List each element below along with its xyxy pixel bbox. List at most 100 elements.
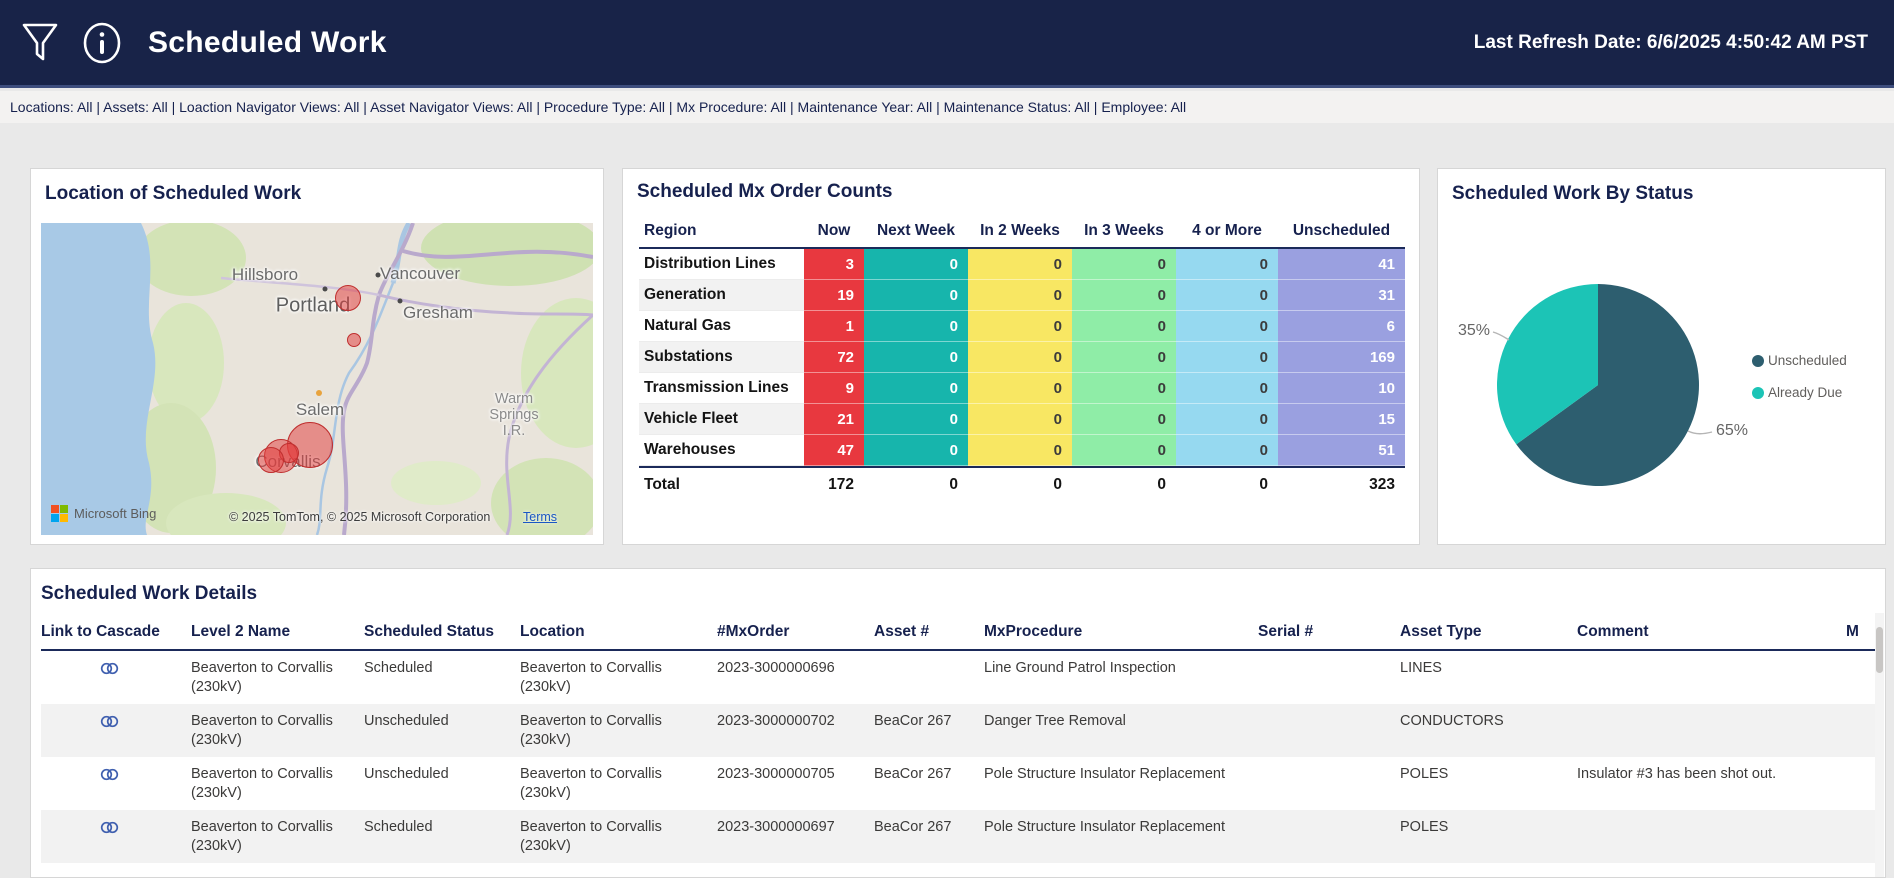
comment-cell xyxy=(1577,818,1846,857)
total-cell: 0 xyxy=(949,476,958,493)
count-cell[interactable]: 0 xyxy=(1072,311,1176,342)
filter-icon[interactable] xyxy=(18,19,62,67)
details-scrollbar-thumb[interactable] xyxy=(1876,627,1883,673)
count-cell[interactable]: 0 xyxy=(864,342,968,373)
count-cell[interactable]: 0 xyxy=(968,373,1072,404)
link-to-cascade-icon[interactable] xyxy=(100,767,119,788)
callout-line-35 xyxy=(1492,331,1510,341)
asset-cell xyxy=(874,659,984,698)
count-cell[interactable]: 0 xyxy=(1176,280,1278,311)
serial-cell xyxy=(1258,659,1400,698)
count-cell[interactable]: 9 xyxy=(804,373,864,404)
asset-cell: BeaCor 267 xyxy=(874,766,952,782)
map-label-vancouver: Vancouver xyxy=(379,264,461,283)
legend-item-already-due[interactable]: Already Due xyxy=(1752,385,1847,400)
legend-item-unscheduled[interactable]: Unscheduled xyxy=(1752,353,1847,368)
details-row[interactable]: Beaverton to Corvallis (230kV) Unschedul… xyxy=(41,757,1881,810)
counts-row-natural-gas: Natural Gas 1 0 0 0 0 6 xyxy=(639,311,1405,342)
map-label-hillsboro: Hillsboro xyxy=(231,265,299,284)
count-cell[interactable]: 10 xyxy=(1278,373,1405,404)
total-label: Total xyxy=(644,476,680,493)
count-cell[interactable]: 0 xyxy=(1072,404,1176,435)
count-cell[interactable]: 0 xyxy=(968,249,1072,280)
map-label-salem: Salem xyxy=(295,400,345,419)
count-cell[interactable]: 0 xyxy=(864,404,968,435)
count-cell[interactable]: 21 xyxy=(804,404,864,435)
total-cell: 172 xyxy=(828,476,854,493)
details-table: Link to Cascade Level 2 Name Scheduled S… xyxy=(41,613,1881,863)
asset-type-cell: POLES xyxy=(1400,766,1449,782)
count-cell[interactable]: 0 xyxy=(1176,404,1278,435)
link-to-cascade-icon[interactable] xyxy=(100,820,119,841)
count-cell[interactable]: 0 xyxy=(1072,249,1176,280)
count-cell[interactable]: 0 xyxy=(1176,311,1278,342)
details-row[interactable]: Beaverton to Corvallis (230kV) Unschedul… xyxy=(41,704,1881,757)
total-cell: 323 xyxy=(1369,476,1395,493)
status-cell: Scheduled xyxy=(364,660,433,676)
pie-legend: Unscheduled Already Due xyxy=(1752,353,1847,417)
location-cell: Beaverton to Corvallis (230kV) xyxy=(520,766,662,801)
count-cell[interactable]: 31 xyxy=(1278,280,1405,311)
map-terms-link[interactable]: Terms xyxy=(523,510,557,524)
link-to-cascade-icon[interactable] xyxy=(100,661,119,682)
details-row[interactable]: Beaverton to Corvallis (230kV) Scheduled… xyxy=(41,810,1881,863)
count-cell[interactable]: 0 xyxy=(864,249,968,280)
count-cell[interactable]: 0 xyxy=(1072,342,1176,373)
map-city-dot xyxy=(397,298,403,304)
count-cell[interactable]: 72 xyxy=(804,342,864,373)
legend-dot-already-due xyxy=(1752,386,1764,399)
count-cell[interactable]: 51 xyxy=(1278,435,1405,466)
map-work-bubble[interactable] xyxy=(258,447,284,473)
count-cell[interactable]: 0 xyxy=(1176,342,1278,373)
counts-header-row: Region Now Next Week In 2 Weeks In 3 Wee… xyxy=(639,215,1405,249)
count-cell[interactable]: 0 xyxy=(968,435,1072,466)
count-cell[interactable]: 3 xyxy=(804,249,864,280)
counts-col-header: Next Week xyxy=(876,222,956,239)
procedure-cell: Danger Tree Removal xyxy=(984,713,1126,729)
link-to-cascade-icon[interactable] xyxy=(100,714,119,735)
count-cell[interactable]: 1 xyxy=(804,311,864,342)
count-cell[interactable]: 0 xyxy=(968,311,1072,342)
total-cell: 0 xyxy=(1259,476,1268,493)
info-icon[interactable] xyxy=(80,19,124,67)
total-cell: 0 xyxy=(1157,476,1166,493)
region-label: Generation xyxy=(639,280,804,311)
map-city-dot-salem xyxy=(316,390,322,396)
bing-map[interactable]: Hillsboro Vancouver Portland Gresham Sal… xyxy=(41,223,593,535)
procedure-cell: Pole Structure Insulator Replacement xyxy=(984,819,1225,835)
count-cell[interactable]: 0 xyxy=(1072,373,1176,404)
count-cell[interactable]: 0 xyxy=(864,311,968,342)
map-work-bubble[interactable] xyxy=(335,285,361,311)
count-cell[interactable]: 0 xyxy=(1176,435,1278,466)
count-cell[interactable]: 0 xyxy=(1176,373,1278,404)
legend-dot-unscheduled xyxy=(1752,354,1764,367)
count-cell[interactable]: 0 xyxy=(1072,280,1176,311)
pie-label-35: 35% xyxy=(1458,322,1491,339)
count-cell[interactable]: 0 xyxy=(1176,249,1278,280)
total-cell: 0 xyxy=(1053,476,1062,493)
asset-type-cell: LINES xyxy=(1400,660,1442,676)
details-col-header: Level 2 Name xyxy=(191,623,291,640)
count-cell[interactable]: 41 xyxy=(1278,249,1405,280)
count-cell[interactable]: 15 xyxy=(1278,404,1405,435)
map-work-bubble[interactable] xyxy=(347,333,361,347)
count-cell[interactable]: 19 xyxy=(804,280,864,311)
callout-line-65 xyxy=(1687,430,1713,435)
asset-cell: BeaCor 267 xyxy=(874,713,952,729)
count-cell[interactable]: 6 xyxy=(1278,311,1405,342)
count-cell[interactable]: 0 xyxy=(864,435,968,466)
map-label-warm-springs: Warm Springs I.R. xyxy=(489,391,539,439)
count-cell[interactable]: 0 xyxy=(968,280,1072,311)
count-cell[interactable]: 0 xyxy=(968,404,1072,435)
region-label: Substations xyxy=(639,342,804,373)
asset-cell: BeaCor 267 xyxy=(874,819,952,835)
details-row[interactable]: Beaverton to Corvallis (230kV) Scheduled… xyxy=(41,651,1881,704)
count-cell[interactable]: 0 xyxy=(1072,435,1176,466)
count-cell[interactable]: 0 xyxy=(864,373,968,404)
procedure-cell: Line Ground Patrol Inspection xyxy=(984,660,1176,676)
count-cell[interactable]: 0 xyxy=(864,280,968,311)
count-cell[interactable]: 169 xyxy=(1278,342,1405,373)
count-cell[interactable]: 47 xyxy=(804,435,864,466)
counts-total-row: Total 172 0 0 0 0 323 xyxy=(639,466,1405,502)
count-cell[interactable]: 0 xyxy=(968,342,1072,373)
